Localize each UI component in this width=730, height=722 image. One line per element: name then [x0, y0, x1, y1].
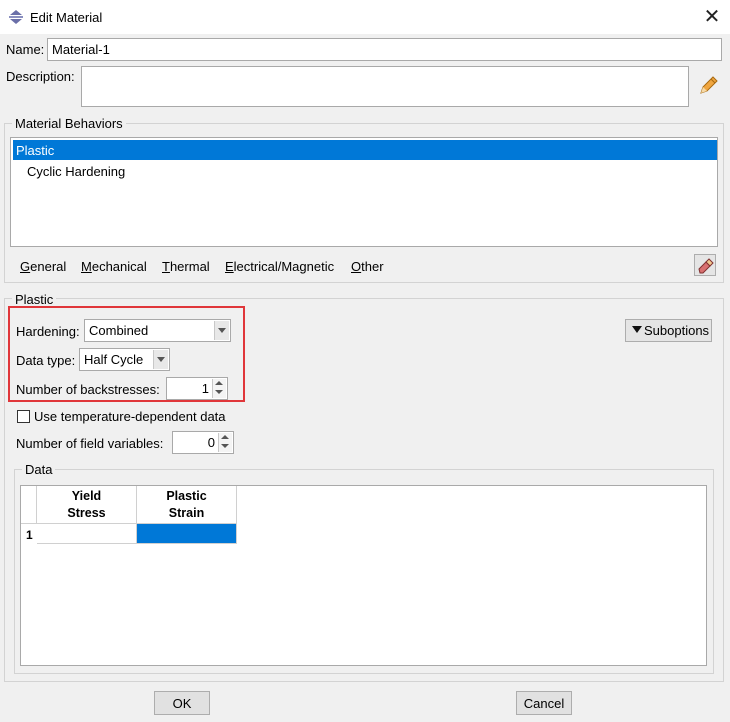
temperature-dependent-label: Use temperature-dependent data — [34, 409, 226, 424]
menu-mechanical[interactable]: Mechanical — [81, 259, 147, 274]
menu-general[interactable]: General — [20, 259, 66, 274]
ok-button-label: OK — [172, 696, 192, 711]
menu-thermal[interactable]: Thermal — [162, 259, 210, 274]
suboptions-button[interactable]: Suboptions — [625, 319, 712, 342]
plastic-title: Plastic — [12, 292, 57, 307]
table-cell-yield-stress[interactable] — [37, 524, 137, 544]
description-input[interactable] — [81, 66, 689, 107]
spinner-buttons — [218, 433, 232, 452]
title-bar — [0, 0, 730, 34]
column-header-line: Strain — [168, 506, 205, 520]
name-label: Name: — [6, 42, 45, 57]
highlight-annotation-box — [8, 306, 245, 402]
window-title: Edit Material — [30, 10, 103, 25]
name-input[interactable]: Material-1 — [47, 38, 722, 61]
cancel-button[interactable]: Cancel — [516, 691, 572, 715]
eraser-icon — [698, 258, 714, 274]
ok-button[interactable]: OK — [154, 691, 210, 715]
triangle-down-icon — [632, 326, 642, 333]
menu-electrical-magnetic[interactable]: Electrical/Magnetic — [225, 259, 334, 274]
data-title: Data — [22, 462, 56, 477]
row-header-1: 1 — [26, 528, 33, 542]
edit-behavior-button[interactable] — [694, 254, 716, 276]
column-header-line: Stress — [67, 506, 106, 520]
abaqus-app-icon — [8, 9, 24, 25]
column-header-line: Plastic — [166, 489, 207, 503]
cancel-button-label: Cancel — [523, 696, 565, 711]
list-item-plastic-label: Plastic — [16, 143, 55, 158]
spin-down-icon[interactable] — [219, 433, 231, 453]
close-icon[interactable]: ✕ — [700, 4, 724, 28]
material-behaviors-title: Material Behaviors — [12, 116, 126, 131]
pencil-edit-icon[interactable] — [697, 75, 719, 97]
suboptions-label: Suboptions — [644, 323, 710, 338]
menu-other[interactable]: Other — [351, 259, 384, 274]
temperature-dependent-checkbox[interactable] — [17, 410, 30, 423]
table-cell-plastic-strain[interactable] — [137, 524, 237, 544]
field-variables-spinner[interactable]: 0 — [172, 431, 234, 454]
list-item-plastic[interactable]: Plastic — [13, 140, 717, 160]
data-table[interactable]: Yield Stress Plastic Strain 1 — [20, 485, 707, 666]
field-variables-value: 0 — [207, 435, 215, 450]
table-corner — [21, 486, 37, 524]
behaviors-list[interactable]: Plastic Cyclic Hardening — [10, 137, 718, 247]
column-header-yield-stress[interactable]: Yield Stress — [37, 486, 137, 524]
name-input-value: Material-1 — [52, 42, 110, 57]
list-item-cyclic-hardening[interactable]: Cyclic Hardening — [27, 164, 125, 179]
column-header-line: Yield — [71, 489, 102, 503]
field-variables-label: Number of field variables: — [16, 436, 164, 451]
column-header-plastic-strain[interactable]: Plastic Strain — [137, 486, 237, 524]
description-label: Description: — [6, 69, 75, 84]
